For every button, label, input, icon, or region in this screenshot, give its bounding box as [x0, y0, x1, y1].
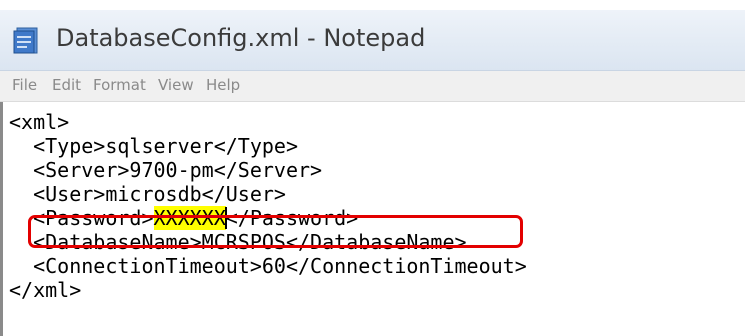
- menu-format[interactable]: Format: [93, 76, 146, 94]
- editor-line: <xml>: [9, 110, 70, 134]
- editor-line: <ConnectionTimeout>60</ConnectionTimeout…: [9, 254, 527, 278]
- menu-view[interactable]: View: [158, 76, 194, 94]
- editor-line: <DatabaseName>MCRSPOS</DatabaseName>: [9, 230, 467, 254]
- notepad-window: DatabaseConfig.xml - Notepad File Edit F…: [0, 0, 745, 336]
- password-open-tag: <Password>: [9, 206, 154, 230]
- editor-line: <Server>9700-pm</Server>: [9, 158, 323, 182]
- editor-line: <Type>sqlserver</Type>: [9, 134, 298, 158]
- menu-edit[interactable]: Edit: [52, 76, 81, 94]
- editor-line: <User>microsdb</User>: [9, 182, 286, 206]
- text-editor[interactable]: <xml> <Type>sqlserver</Type> <Server>970…: [0, 102, 745, 336]
- menu-file[interactable]: File: [12, 76, 37, 94]
- editor-line-password: <Password>XXXXXX</Password>: [9, 206, 358, 230]
- password-close-tag: </Password>: [225, 206, 359, 230]
- title-bar[interactable]: DatabaseConfig.xml - Notepad: [0, 10, 745, 71]
- editor-line: </xml>: [9, 278, 82, 302]
- password-highlight: XXXXXX: [153, 206, 226, 230]
- menu-bar: File Edit Format View Help: [0, 71, 745, 102]
- menu-help[interactable]: Help: [206, 76, 240, 94]
- notepad-icon: [13, 27, 38, 54]
- window-title: DatabaseConfig.xml - Notepad: [56, 24, 426, 52]
